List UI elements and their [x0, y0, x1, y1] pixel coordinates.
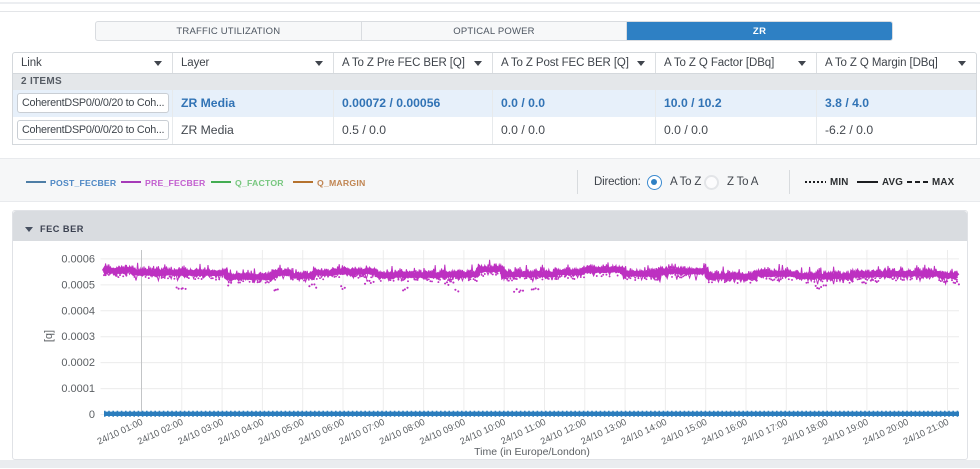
svg-text:0: 0	[89, 409, 95, 421]
svg-text:0.0006: 0.0006	[61, 253, 95, 265]
svg-text:0.0005: 0.0005	[61, 279, 95, 291]
svg-text:Time (in Europe/London): Time (in Europe/London)	[474, 446, 590, 458]
svg-text:0.0003: 0.0003	[61, 331, 95, 343]
svg-text:24/10 10:00: 24/10 10:00	[458, 417, 507, 447]
svg-text:0.0004: 0.0004	[61, 305, 95, 317]
svg-text:0.0002: 0.0002	[61, 357, 95, 369]
svg-text:0.0001: 0.0001	[61, 383, 95, 395]
svg-text:24/10 21:00: 24/10 21:00	[902, 417, 951, 447]
svg-text:[q]: [q]	[43, 330, 55, 342]
